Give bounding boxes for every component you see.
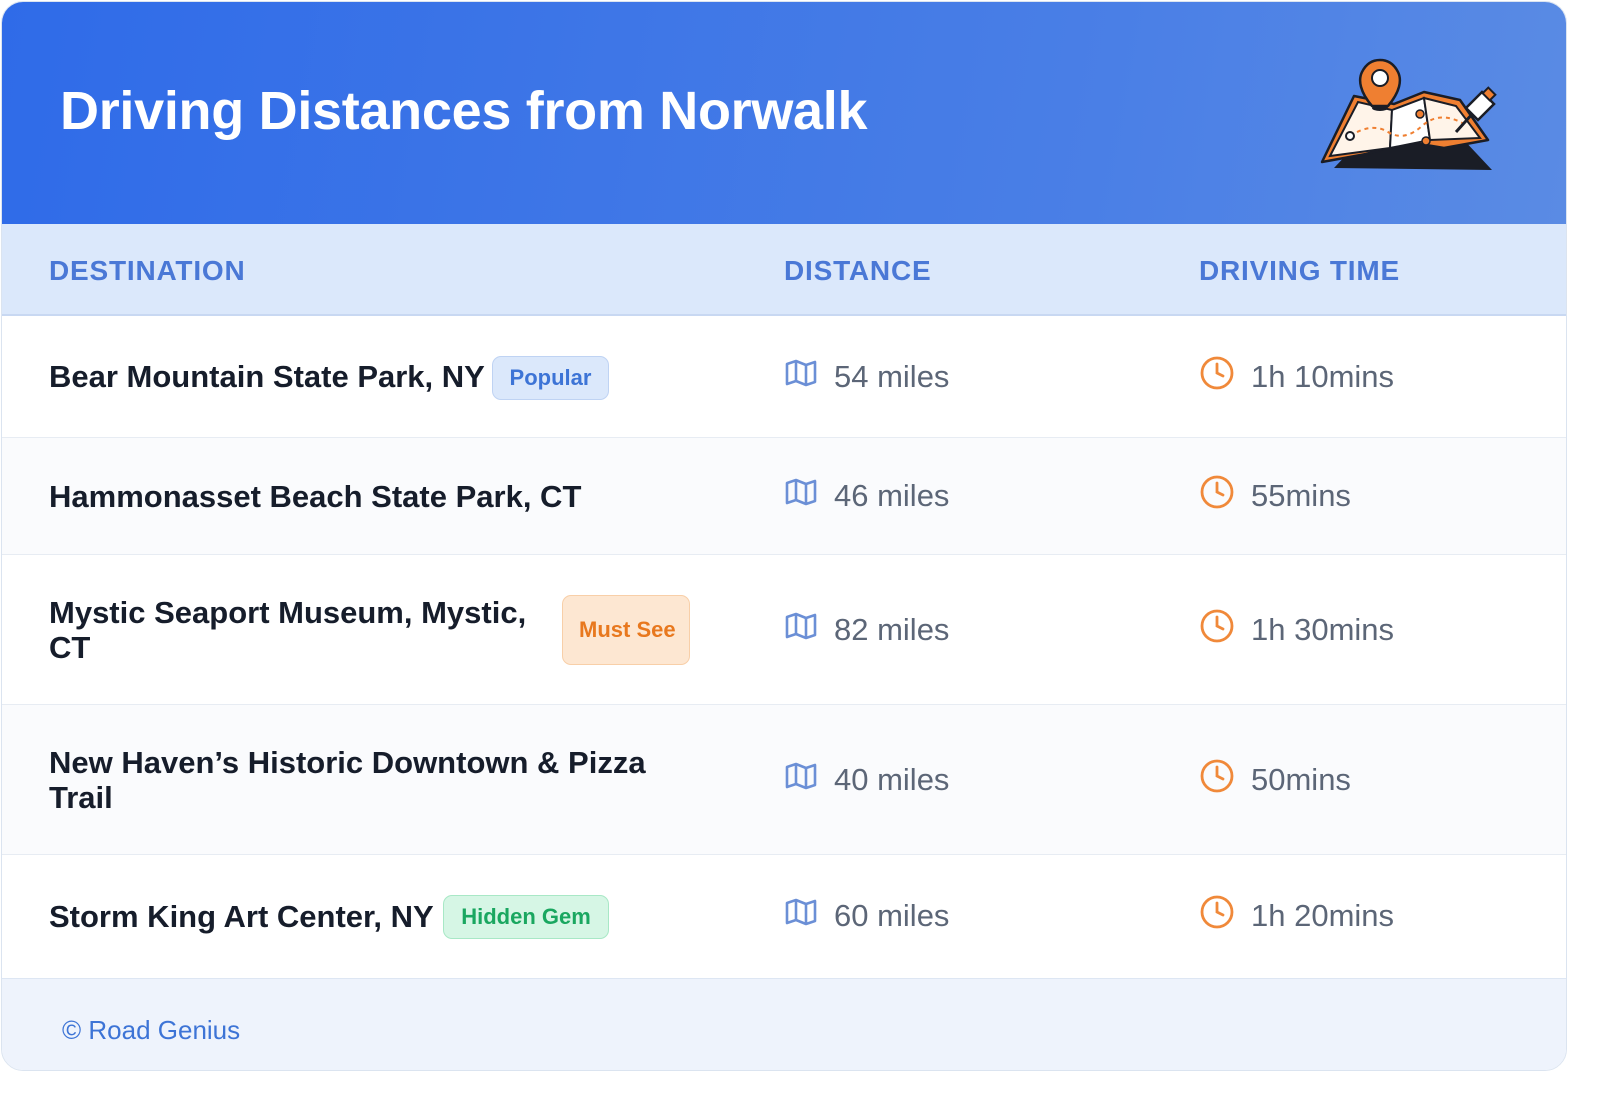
- map-pin-illustration: [1320, 58, 1497, 170]
- column-header-driving-time: DRIVING TIME: [1199, 255, 1400, 286]
- distance-value: 40 miles: [834, 761, 950, 797]
- clock-icon: [1199, 355, 1235, 399]
- distance-value: 82 miles: [834, 611, 950, 647]
- map-icon: [784, 611, 818, 649]
- time-cell: 1h 30mins: [1199, 555, 1394, 704]
- destination-name: Hammonasset Beach State Park, CT: [49, 478, 582, 514]
- hidden-gem-badge: Hidden Gem: [443, 895, 609, 939]
- table-row: Mystic Seaport Museum, Mystic, CT Must S…: [2, 555, 1566, 705]
- distance-cell: 82 miles: [784, 555, 949, 704]
- distance-value: 54 miles: [834, 358, 950, 394]
- header-banner: Driving Distances from Norwalk: [2, 2, 1566, 224]
- distance-value: 60 miles: [834, 898, 950, 933]
- popular-badge: Popular: [492, 356, 609, 400]
- time-value: 55mins: [1251, 478, 1351, 513]
- destination-name: Storm King Art Center, NY: [49, 898, 434, 934]
- table-row: Bear Mountain State Park, NY Popular 54 …: [2, 316, 1566, 438]
- map-icon: [784, 358, 818, 396]
- time-cell: 1h 10mins: [1199, 316, 1394, 437]
- distance-cell: 54 miles: [784, 316, 949, 437]
- clock-icon: [1199, 474, 1235, 518]
- table-header: DESTINATION DISTANCE DRIVING TIME: [2, 224, 1566, 316]
- distance-cell: 46 miles: [784, 438, 949, 554]
- clock-icon: [1199, 608, 1235, 652]
- time-cell: 55mins: [1199, 438, 1351, 554]
- map-icon: [784, 897, 818, 935]
- time-value: 1h 10mins: [1251, 358, 1395, 394]
- time-cell: 1h 20mins: [1199, 855, 1394, 977]
- time-value: 1h 20mins: [1251, 898, 1395, 933]
- clock-icon: [1199, 758, 1235, 802]
- destination-name: New Haven’s Historic Downtown & Pizza Tr…: [49, 744, 646, 815]
- destination-name: Mystic Seaport Museum, Mystic, CT: [49, 594, 527, 665]
- column-header-destination: DESTINATION: [49, 255, 246, 286]
- time-cell: 50mins: [1199, 705, 1351, 854]
- copyright-text: © Road Genius: [62, 1015, 241, 1045]
- footer: © Road Genius: [2, 978, 1566, 1070]
- column-header-distance: DISTANCE: [784, 255, 932, 286]
- must-see-badge: Must See: [562, 595, 690, 665]
- distance-cell: 40 miles: [784, 705, 949, 854]
- distance-card: Driving Distances from Norwalk DESTINATI…: [1, 1, 1567, 1071]
- time-value: 50mins: [1251, 761, 1351, 797]
- table-row: New Haven’s Historic Downtown & Pizza Tr…: [2, 705, 1566, 855]
- map-icon: [784, 761, 818, 799]
- map-icon: [784, 477, 818, 515]
- distance-value: 46 miles: [834, 478, 950, 513]
- time-value: 1h 30mins: [1251, 611, 1395, 647]
- destination-name: Bear Mountain State Park, NY: [49, 359, 485, 394]
- clock-icon: [1199, 894, 1235, 938]
- distance-cell: 60 miles: [784, 855, 949, 977]
- table-row: Storm King Art Center, NY Hidden Gem 60 …: [2, 855, 1566, 977]
- table-row: Hammonasset Beach State Park, CT 46 mile…: [2, 438, 1566, 555]
- page-title: Driving Distances from Norwalk: [60, 81, 868, 141]
